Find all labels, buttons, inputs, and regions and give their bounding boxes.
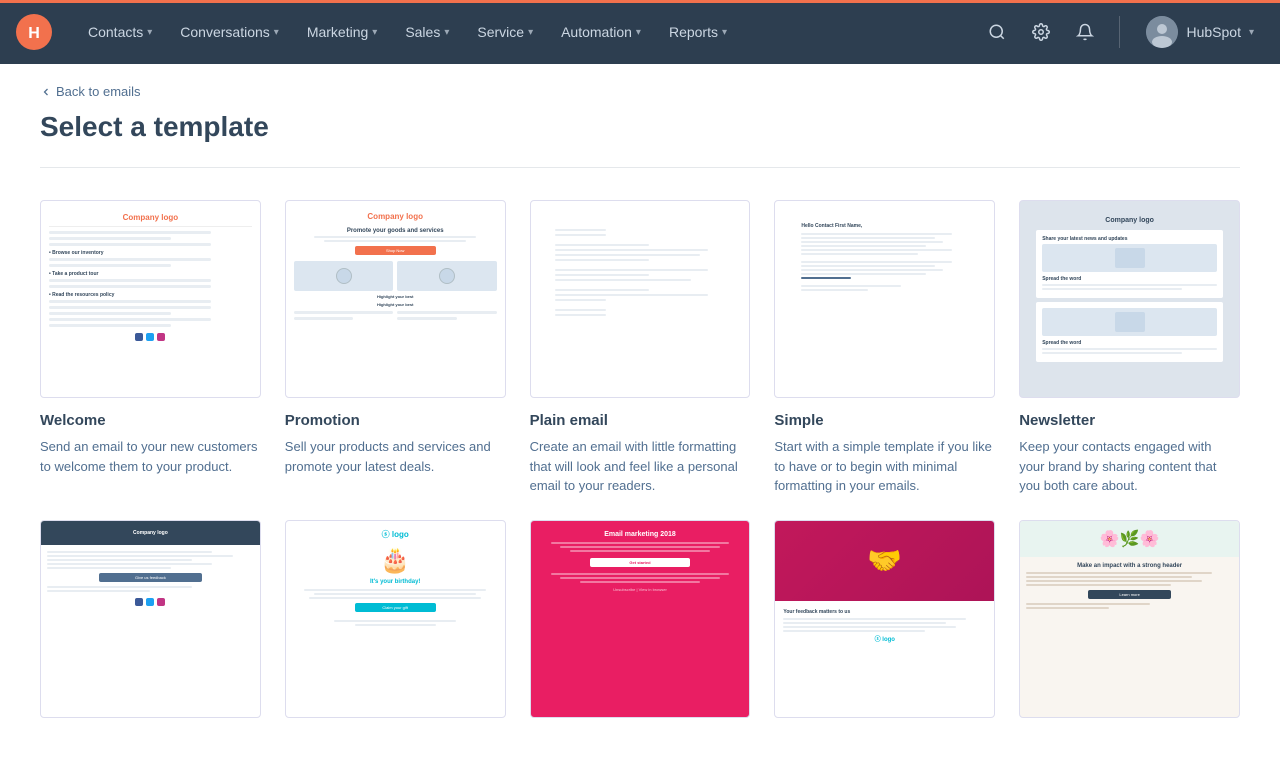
template-preview-feedback-photo: 🤝 Your feedback matters to us ⓢ logo [774,520,995,718]
back-link-text: Back to emails [56,84,141,99]
nav-items: Contacts ▾ Conversations ▾ Marketing ▾ S… [76,16,979,48]
template-card-feedback-photo[interactable]: 🤝 Your feedback matters to us ⓢ logo [774,520,995,732]
sidebar-item-reports[interactable]: Reports ▾ [657,16,739,48]
sidebar-item-contacts[interactable]: Contacts ▾ [76,16,164,48]
avatar [1146,16,1178,48]
chevron-down-icon: ▾ [372,27,377,38]
search-button[interactable] [979,14,1015,50]
sidebar-item-conversations[interactable]: Conversations ▾ [168,16,291,48]
sidebar-item-sales[interactable]: Sales ▾ [393,16,461,48]
template-card-marketing-bold[interactable]: Email marketing 2018 Get started Unsubsc… [530,520,751,732]
template-description: Sell your products and services and prom… [285,437,506,476]
template-card-plain-email[interactable]: Plain email Create an email with little … [530,200,751,496]
back-to-emails-link[interactable]: Back to emails [40,84,1240,99]
nav-label: Reports [669,24,718,40]
template-name: Plain email [530,412,751,429]
template-description: Keep your contacts engaged with your bra… [1019,437,1240,496]
nav-divider [1119,16,1120,48]
template-grid: Company logo • Browse our inventory • Ta… [40,200,1240,496]
template-preview-simple: Hello Contact First Name, [774,200,995,398]
main-content: Back to emails Select a template Company… [0,64,1280,772]
page-title: Select a template [40,111,1240,143]
nav-right: HubSpot ▾ [979,10,1264,54]
nav-label: Service [477,24,524,40]
chevron-left-icon [40,86,52,98]
template-card-birthday[interactable]: ⓢ logo 🎂 It's your birthday! Claim your … [285,520,506,732]
chevron-down-icon: ▾ [528,27,533,38]
nav-label: Automation [561,24,632,40]
template-name: Welcome [40,412,261,429]
nav-label: Contacts [88,24,143,40]
sidebar-item-automation[interactable]: Automation ▾ [549,16,653,48]
template-preview-plain [530,200,751,398]
chevron-down-icon: ▾ [444,27,449,38]
template-name: Promotion [285,412,506,429]
template-preview-floral: 🌸🌿🌸 Make an impact with a strong header … [1019,520,1240,718]
template-preview-newsletter: Company logo Share your latest news and … [1019,200,1240,398]
nav-label: Conversations [180,24,270,40]
chevron-down-icon: ▾ [636,27,641,38]
template-preview-promotion: Company logo Promote your goods and serv… [285,200,506,398]
template-card-simple[interactable]: Hello Contact First Name, [774,200,995,496]
template-name: Simple [774,412,995,429]
template-preview-marketing: Email marketing 2018 Get started Unsubsc… [530,520,751,718]
hubspot-logo-icon[interactable]: H [16,14,52,50]
sidebar-item-marketing[interactable]: Marketing ▾ [295,16,390,48]
chevron-down-icon: ▾ [274,27,279,38]
template-preview-welcome: Company logo • Browse our inventory • Ta… [40,200,261,398]
nav-label: Sales [405,24,440,40]
user-label: HubSpot [1186,24,1240,40]
template-grid-row2: Company logo Give us feedback [40,520,1240,732]
template-card-promotion[interactable]: Company logo Promote your goods and serv… [285,200,506,496]
settings-button[interactable] [1023,14,1059,50]
template-card-feedback[interactable]: Company logo Give us feedback [40,520,261,732]
template-card-newsletter[interactable]: Company logo Share your latest news and … [1019,200,1240,496]
section-divider [40,167,1240,168]
navbar: H Contacts ▾ Conversations ▾ Marketing ▾… [0,0,1280,64]
sidebar-item-service[interactable]: Service ▾ [465,16,545,48]
chevron-down-icon: ▾ [722,27,727,38]
template-preview-feedback: Company logo Give us feedback [40,520,261,718]
chevron-down-icon: ▾ [1249,27,1254,38]
chevron-down-icon: ▾ [147,27,152,38]
template-card-floral[interactable]: 🌸🌿🌸 Make an impact with a strong header … [1019,520,1240,732]
notifications-button[interactable] [1067,14,1103,50]
user-menu-button[interactable]: HubSpot ▾ [1136,10,1264,54]
template-name: Newsletter [1019,412,1240,429]
template-description: Create an email with little formatting t… [530,437,751,496]
template-description: Start with a simple template if you like… [774,437,995,496]
template-description: Send an email to your new customers to w… [40,437,261,476]
template-card-welcome[interactable]: Company logo • Browse our inventory • Ta… [40,200,261,496]
svg-text:H: H [28,25,40,42]
nav-label: Marketing [307,24,368,40]
template-preview-birthday: ⓢ logo 🎂 It's your birthday! Claim your … [285,520,506,718]
